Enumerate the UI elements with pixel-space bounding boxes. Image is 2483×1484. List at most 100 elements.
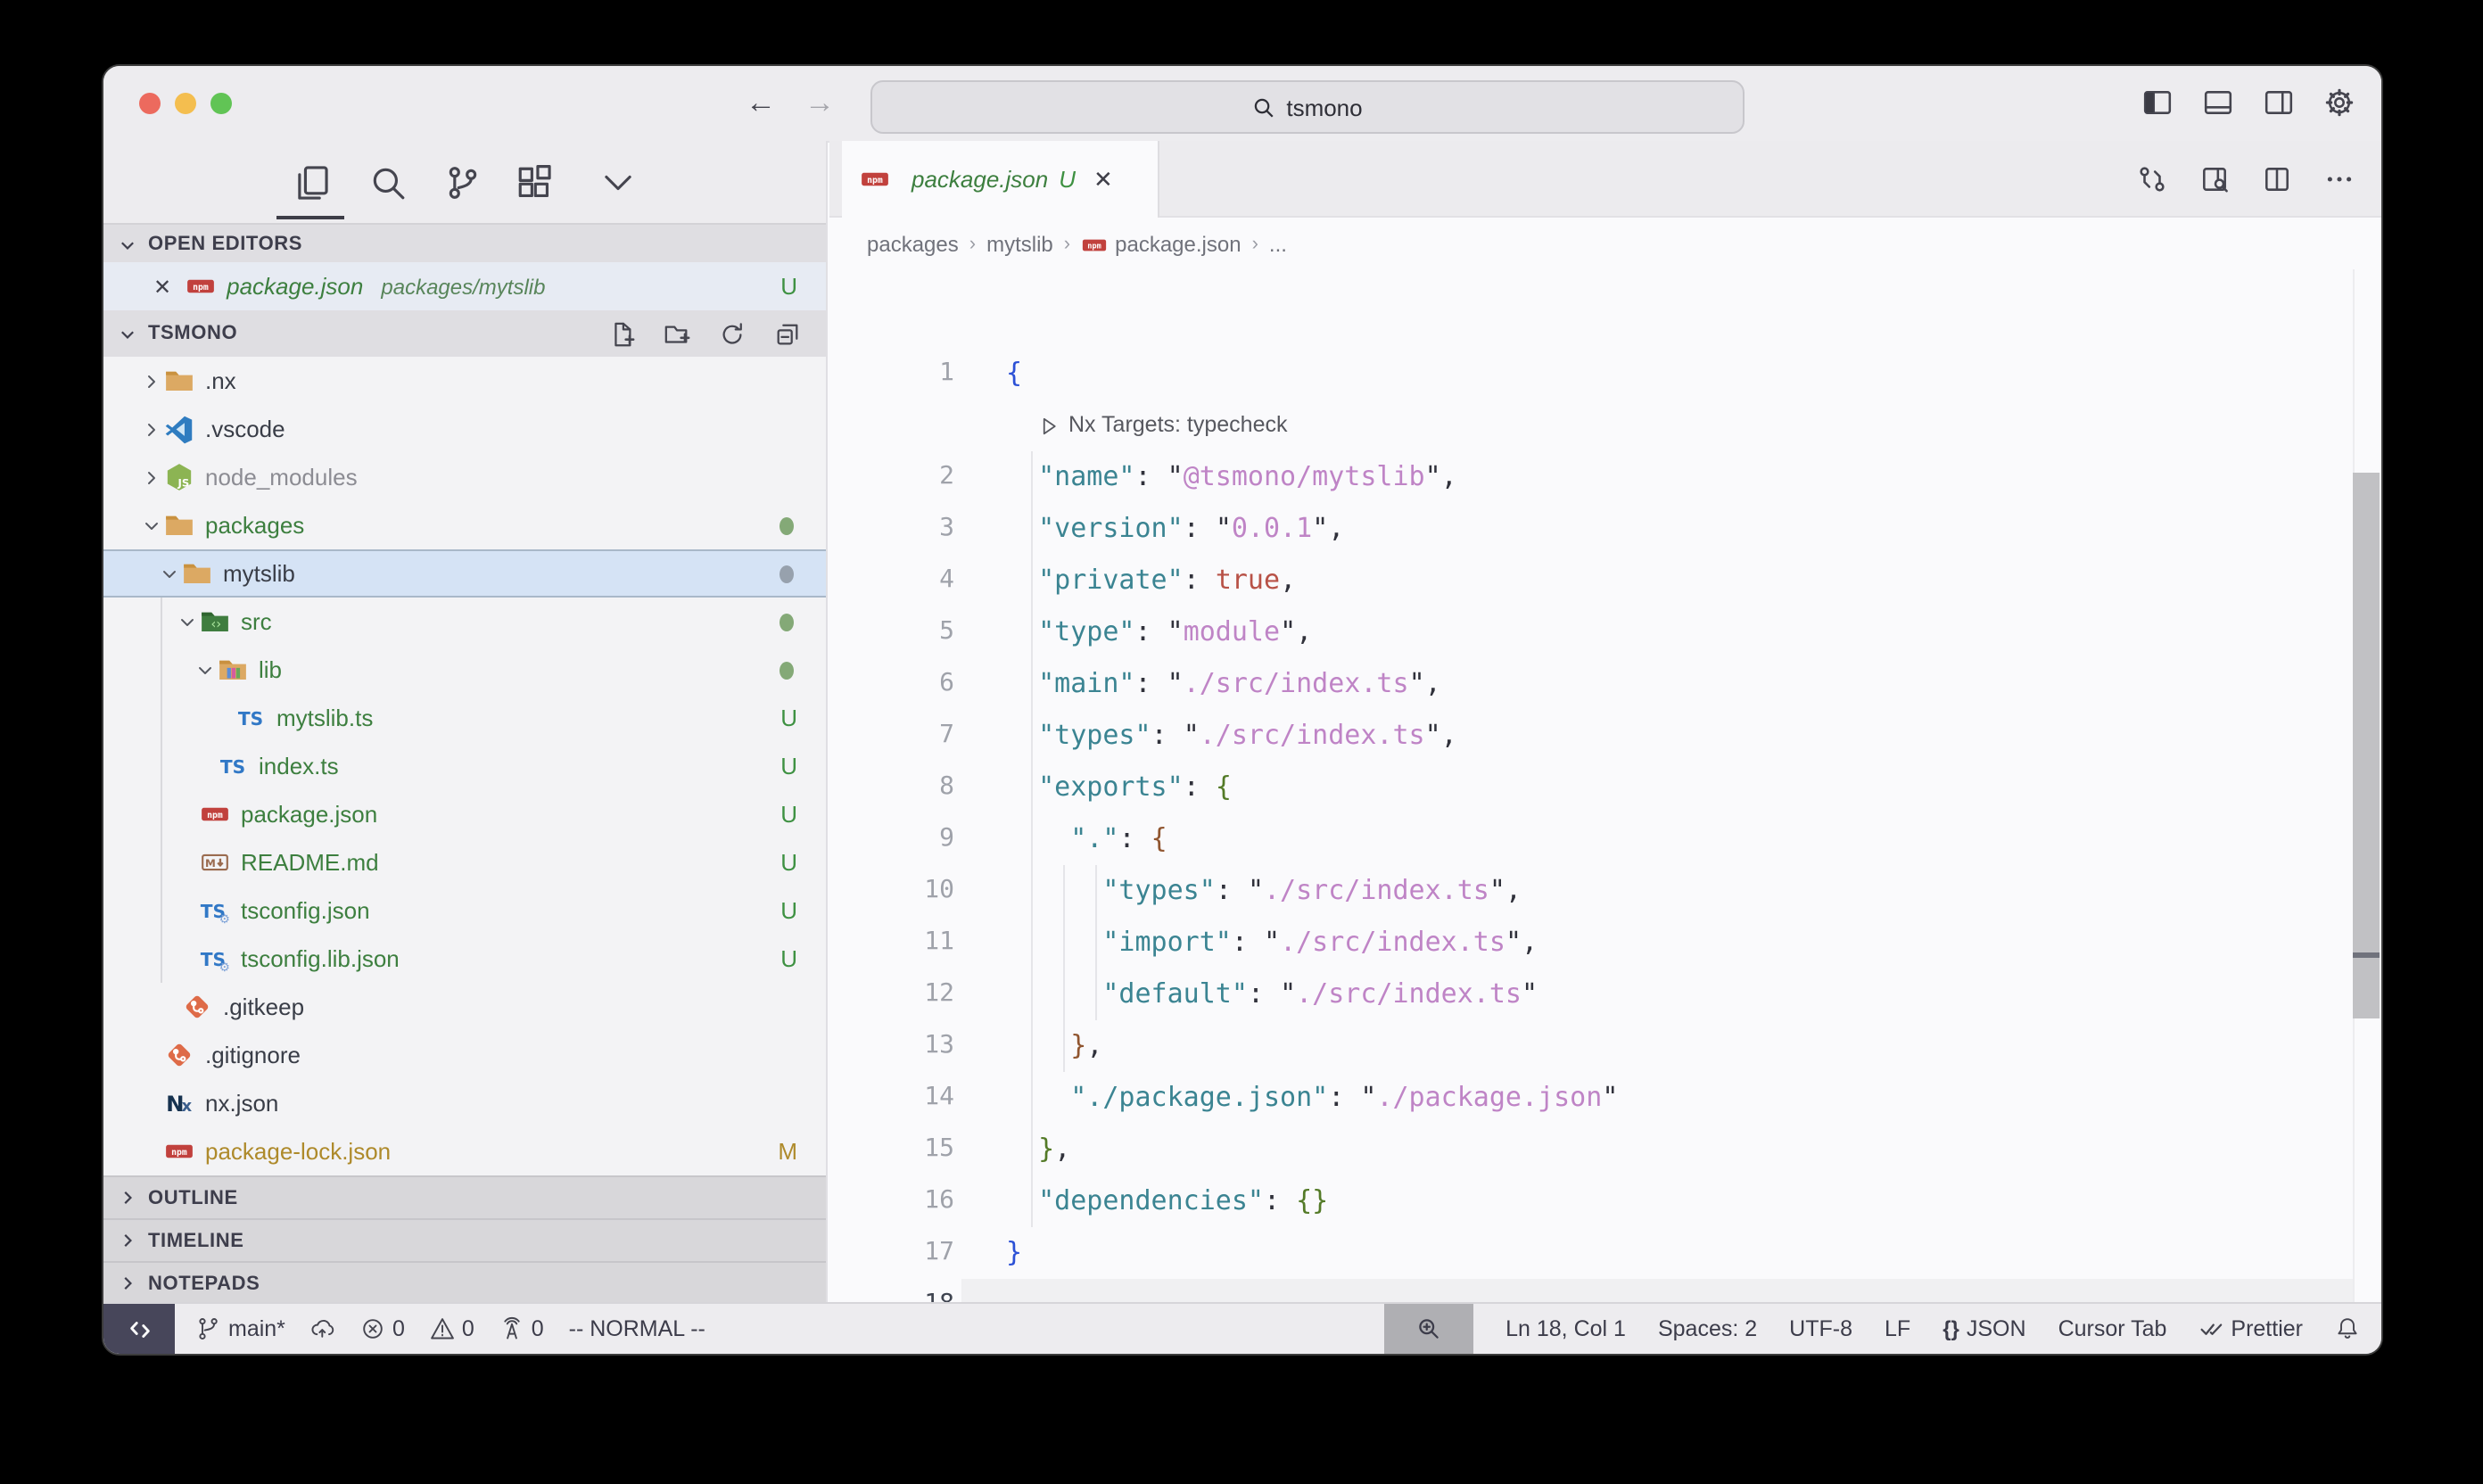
status-ports-status[interactable]: 0 — [499, 1304, 544, 1354]
status-language-mode[interactable]: {}JSON — [1943, 1304, 2025, 1354]
code-line[interactable]: "type": "module", — [829, 606, 2353, 658]
status-indentation[interactable]: Spaces: 2 — [1658, 1304, 1757, 1354]
code-line[interactable]: "./package.json": "./package.json" — [829, 1072, 2353, 1124]
status-vim-mode[interactable]: -- NORMAL -- — [569, 1304, 705, 1354]
tree-item-packages[interactable]: packages — [103, 501, 826, 549]
command-center-search[interactable]: tsmono — [870, 80, 1745, 134]
breadcrumb-item-packages[interactable]: packages — [867, 231, 959, 256]
forward-arrow-icon[interactable]: → — [804, 84, 835, 123]
open-preview-button[interactable] — [2196, 161, 2231, 196]
tab-package-json[interactable]: npm package.json U ✕ — [842, 141, 1159, 218]
code-line[interactable]: "main": "./src/index.ts", — [829, 658, 2353, 710]
tree-item-package-lock.json[interactable]: npmpackage-lock.jsonM — [103, 1127, 826, 1175]
tree-item-tsconfig.lib.json[interactable]: TS⚙tsconfig.lib.jsonU — [103, 935, 826, 983]
status-label: UTF-8 — [1789, 1316, 1852, 1341]
status-cursor-tab[interactable]: Cursor Tab — [2058, 1304, 2167, 1354]
back-arrow-icon[interactable]: ← — [746, 84, 776, 123]
code-line[interactable]: "dependencies": {} — [829, 1175, 2353, 1227]
activity-source-control[interactable] — [442, 162, 482, 202]
title-bar[interactable]: ← → tsmono — [103, 66, 2381, 143]
activity-extensions[interactable] — [514, 162, 553, 202]
new-folder-button[interactable] — [658, 316, 694, 351]
code-line[interactable]: "types": "./src/index.ts", — [829, 710, 2353, 762]
code-line[interactable]: "name": "@tsmono/mytslib", — [829, 451, 2353, 503]
toggle-primary-sidebar-button[interactable] — [2139, 84, 2174, 120]
activity-explorer[interactable] — [291, 162, 330, 202]
tree-item-.nx[interactable]: .nx — [103, 357, 826, 405]
open-editor-item[interactable]: ✕ npm package.json packages/mytslib U — [103, 262, 826, 310]
new-file-button[interactable] — [603, 316, 639, 351]
status-cursor-position[interactable]: Ln 18, Col 1 — [1505, 1304, 1626, 1354]
scrollbar-slider[interactable] — [2353, 473, 2380, 1018]
close-icon[interactable]: ✕ — [1093, 165, 1113, 194]
status-warning-count[interactable]: 0 — [430, 1304, 474, 1354]
breadcrumb-item-[interactable]: ... — [1269, 231, 1287, 256]
status-publish-changes[interactable] — [310, 1304, 335, 1354]
status-error-count[interactable]: 0 — [360, 1304, 405, 1354]
close-icon[interactable]: ✕ — [153, 274, 171, 299]
code-line[interactable]: "private": true, — [829, 555, 2353, 606]
status-notifications[interactable] — [2335, 1304, 2360, 1354]
tree-item-package.json[interactable]: npmpackage.jsonU — [103, 790, 826, 838]
breadcrumb-item-packagejson[interactable]: npmpackage.json — [1081, 230, 1241, 257]
code-line[interactable]: }, — [829, 1020, 2353, 1072]
code-line[interactable]: "types": "./src/index.ts", — [829, 865, 2353, 917]
code-line[interactable]: "default": "./src/index.ts" — [829, 969, 2353, 1020]
remote-indicator[interactable] — [103, 1304, 175, 1354]
minimize-button[interactable] — [175, 93, 196, 114]
tree-item-tsconfig.json[interactable]: TS⚙tsconfig.jsonU — [103, 886, 826, 935]
section-label: OUTLINE — [148, 1187, 238, 1208]
toggle-panel-button[interactable] — [2199, 84, 2235, 120]
desktop: ← → tsmono OPEN EDITORS ✕ — [0, 0, 2483, 1484]
tree-item-lib[interactable]: lib — [103, 646, 826, 694]
code-line[interactable]: ".": { — [829, 813, 2353, 865]
section-notepads[interactable]: NOTEPADS — [103, 1261, 826, 1304]
code-line[interactable]: } — [829, 1227, 2353, 1279]
activity-search[interactable] — [367, 162, 407, 202]
tree-item-node_modules[interactable]: JSnode_modules — [103, 453, 826, 501]
settings-button[interactable] — [2321, 84, 2356, 120]
refresh-explorer-button[interactable] — [714, 316, 749, 351]
tree-item-.gitkeep[interactable]: .gitkeep — [103, 983, 826, 1031]
tree-item-.vscode[interactable]: .vscode — [103, 405, 826, 453]
warning-triangle-icon — [430, 1316, 455, 1341]
open-editors-header[interactable]: OPEN EDITORS — [103, 223, 826, 264]
breadcrumb-item-mytslib[interactable]: mytslib — [986, 231, 1053, 256]
status-branch-status[interactable]: main* — [196, 1304, 285, 1354]
token: ./src/index.ts — [1200, 719, 1425, 751]
tree-item-.gitignore[interactable]: .gitignore — [103, 1031, 826, 1079]
tree-item-src[interactable]: ‹›src — [103, 598, 826, 646]
status-formatter[interactable]: Prettier — [2198, 1304, 2303, 1354]
code-line[interactable]: "version": "0.0.1", — [829, 503, 2353, 555]
tree-item-mytslib.ts[interactable]: TSmytslib.tsU — [103, 694, 826, 742]
close-button[interactable] — [139, 93, 161, 114]
tree-item-nx.json[interactable]: Nxnx.json — [103, 1079, 826, 1127]
toggle-secondary-sidebar-button[interactable] — [2260, 84, 2296, 120]
token: "default" — [1102, 977, 1248, 1010]
open-changes-button[interactable] — [2133, 161, 2169, 196]
tree-item-mytslib[interactable]: mytslib — [103, 549, 826, 598]
activity-more-views[interactable] — [598, 162, 637, 202]
scrollbar-track[interactable] — [2353, 269, 2381, 1304]
more-actions-button[interactable] — [2321, 161, 2356, 196]
section-timeline[interactable]: TIMELINE — [103, 1218, 826, 1261]
codelens-nx-targets[interactable]: Nx Targets: typecheck — [829, 400, 1288, 451]
tree-item-README.md[interactable]: MREADME.mdU — [103, 838, 826, 886]
zoom-button[interactable] — [210, 93, 232, 114]
collapse-folders-button[interactable] — [769, 316, 804, 351]
code-line[interactable]: }, — [829, 1124, 2353, 1175]
status-label: Ln 18, Col 1 — [1505, 1316, 1626, 1341]
code-area[interactable]: 1{Nx Targets: typecheck2 "name": "@tsmon… — [829, 269, 2381, 1304]
status-eol[interactable]: LF — [1885, 1304, 1910, 1354]
status-encoding[interactable]: UTF-8 — [1789, 1304, 1852, 1354]
code-line[interactable]: "exports": { — [829, 762, 2353, 813]
status-zoom-indicator[interactable] — [1384, 1304, 1473, 1354]
code-line[interactable]: "import": "./src/index.ts", — [829, 917, 2353, 969]
code-line[interactable]: { — [829, 348, 2353, 400]
code-line[interactable] — [829, 1279, 2353, 1304]
split-editor-button[interactable] — [2258, 161, 2294, 196]
token: ./src/index.ts — [1280, 926, 1505, 958]
section-outline[interactable]: OUTLINE — [103, 1175, 826, 1218]
workspace-header[interactable]: TSMONO — [103, 310, 826, 359]
tree-item-index.ts[interactable]: TSindex.tsU — [103, 742, 826, 790]
